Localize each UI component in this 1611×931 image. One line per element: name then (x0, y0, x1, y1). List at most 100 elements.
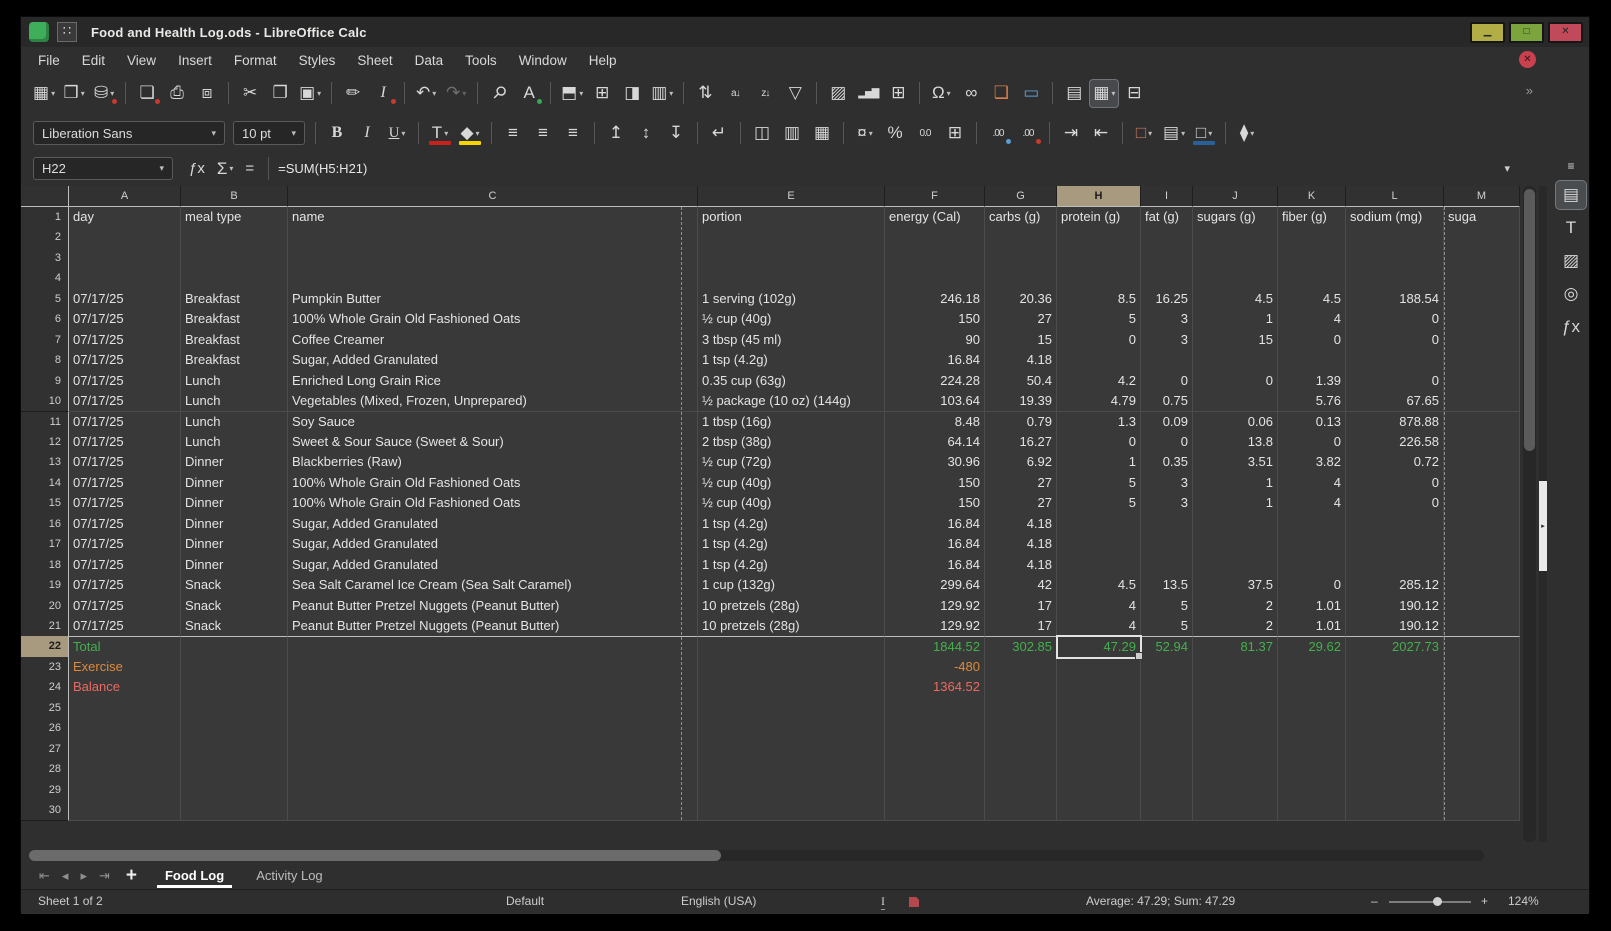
cell-A26[interactable] (69, 718, 181, 739)
cell-C19[interactable]: Sea Salt Caramel Ice Cream (Sea Salt Car… (288, 575, 698, 596)
cell-I22[interactable]: 52.94 (1141, 636, 1193, 657)
app-grid-icon[interactable]: ∷ (57, 22, 77, 42)
cell-L10[interactable]: 67.65 (1346, 391, 1444, 412)
cell-B13[interactable]: Dinner (181, 452, 288, 473)
row-header-19[interactable]: 19 (21, 575, 69, 596)
split-window-icon[interactable]: ⊟ (1120, 80, 1148, 107)
spreadsheet[interactable]: ABCEFGHIJKLM1daymeal typenameportionener… (21, 186, 1520, 821)
cell-J13[interactable]: 3.51 (1193, 452, 1278, 473)
cell-K24[interactable] (1278, 677, 1346, 698)
cell-J26[interactable] (1193, 718, 1278, 739)
cell-B18[interactable]: Dinner (181, 555, 288, 576)
cell-M3[interactable] (1444, 248, 1520, 269)
row-header-10[interactable]: 10 (21, 391, 69, 412)
cell-L4[interactable] (1346, 268, 1444, 289)
row-header-22[interactable]: 22 (21, 636, 69, 657)
cell-G22[interactable]: 302.85 (985, 636, 1057, 657)
menu-window[interactable]: Window (508, 53, 578, 68)
cell-H2[interactable] (1057, 227, 1141, 248)
menu-data[interactable]: Data (404, 53, 455, 68)
cell-B25[interactable] (181, 698, 288, 719)
cell-J7[interactable]: 15 (1193, 330, 1278, 351)
cell-I8[interactable] (1141, 350, 1193, 371)
cell-A5[interactable]: 07/17/25 (69, 289, 181, 310)
cell-I27[interactable] (1141, 739, 1193, 760)
cell-M25[interactable] (1444, 698, 1520, 719)
zoom-in-icon[interactable]: + (1481, 894, 1488, 908)
cell-K17[interactable] (1278, 534, 1346, 555)
cell-B12[interactable]: Lunch (181, 432, 288, 453)
cell-L25[interactable] (1346, 698, 1444, 719)
cell-C29[interactable] (288, 780, 698, 801)
cell-C13[interactable]: Blackberries (Raw) (288, 452, 698, 473)
cell-J28[interactable] (1193, 759, 1278, 780)
functions-icon[interactable]: ƒx (1556, 313, 1586, 341)
font-size-combo[interactable]: 10 pt ▾ (233, 121, 305, 145)
cell-B27[interactable] (181, 739, 288, 760)
cell-G8[interactable]: 4.18 (985, 350, 1057, 371)
cell-C16[interactable]: Sugar, Added Granulated (288, 514, 698, 535)
cell-E29[interactable] (698, 780, 885, 801)
cell-A9[interactable]: 07/17/25 (69, 371, 181, 392)
formula-input[interactable]: =SUM(H5:H21) (268, 157, 1504, 180)
cell-I18[interactable] (1141, 555, 1193, 576)
cell-K6[interactable]: 4 (1278, 309, 1346, 330)
column-header-K[interactable]: K (1278, 186, 1346, 207)
cell-M7[interactable] (1444, 330, 1520, 351)
cell-B3[interactable] (181, 248, 288, 269)
cell-H9[interactable]: 4.2 (1057, 371, 1141, 392)
cell-I10[interactable]: 0.75 (1141, 391, 1193, 412)
cell-M5[interactable] (1444, 289, 1520, 310)
cell-H10[interactable]: 4.79 (1057, 391, 1141, 412)
horizontal-scrollbar[interactable] (29, 850, 1484, 861)
cell-G26[interactable] (985, 718, 1057, 739)
vertical-scrollbar-thumb[interactable] (1524, 189, 1535, 451)
cell-A14[interactable]: 07/17/25 (69, 473, 181, 494)
cell-L7[interactable]: 0 (1346, 330, 1444, 351)
cell-H28[interactable] (1057, 759, 1141, 780)
cell-I6[interactable]: 3 (1141, 309, 1193, 330)
spelling-icon[interactable]: A (515, 80, 543, 107)
cell-A4[interactable] (69, 268, 181, 289)
new-spreadsheet-icon[interactable]: ▦▾ (30, 80, 58, 107)
column-header-G[interactable]: G (985, 186, 1057, 207)
cell-F5[interactable]: 246.18 (885, 289, 985, 310)
cell-M22[interactable] (1444, 636, 1520, 657)
cell-I14[interactable]: 3 (1141, 473, 1193, 494)
column-header-C[interactable]: C (288, 186, 698, 207)
cell-K4[interactable] (1278, 268, 1346, 289)
cell-J24[interactable] (1193, 677, 1278, 698)
cell-I29[interactable] (1141, 780, 1193, 801)
cell-E17[interactable]: 1 tsp (4.2g) (698, 534, 885, 555)
cell-C11[interactable]: Soy Sauce (288, 412, 698, 433)
autofilter-icon[interactable]: ▽ (781, 80, 809, 107)
cell-M12[interactable] (1444, 432, 1520, 453)
cell-A7[interactable]: 07/17/25 (69, 330, 181, 351)
cell-J3[interactable] (1193, 248, 1278, 269)
percent-format-icon[interactable]: % (881, 120, 909, 147)
cell-C30[interactable] (288, 800, 698, 821)
cell-M8[interactable] (1444, 350, 1520, 371)
cell-H14[interactable]: 5 (1057, 473, 1141, 494)
cell-B30[interactable] (181, 800, 288, 821)
cell-E22[interactable] (698, 636, 885, 657)
cell-E27[interactable] (698, 739, 885, 760)
date-format-icon[interactable]: ⊞ (941, 120, 969, 147)
cell-K8[interactable] (1278, 350, 1346, 371)
language-status[interactable]: English (USA) (681, 894, 756, 908)
cell-A16[interactable]: 07/17/25 (69, 514, 181, 535)
cell-M2[interactable] (1444, 227, 1520, 248)
cell-K7[interactable]: 0 (1278, 330, 1346, 351)
row-header-28[interactable]: 28 (21, 759, 69, 780)
cell-E4[interactable] (698, 268, 885, 289)
cell-M1[interactable]: suga (1444, 207, 1520, 228)
cell-C17[interactable]: Sugar, Added Granulated (288, 534, 698, 555)
cell-A24[interactable]: Balance (69, 677, 181, 698)
pivot-table-icon[interactable]: ⊞ (884, 80, 912, 107)
conditional-formatting-icon[interactable]: ⧫▾ (1233, 120, 1261, 147)
cell-E26[interactable] (698, 718, 885, 739)
cell-A19[interactable]: 07/17/25 (69, 575, 181, 596)
insert-rows-icon[interactable]: ⊞ (588, 80, 616, 107)
cell-C4[interactable] (288, 268, 698, 289)
paste-icon[interactable]: ▣▾ (296, 80, 324, 107)
